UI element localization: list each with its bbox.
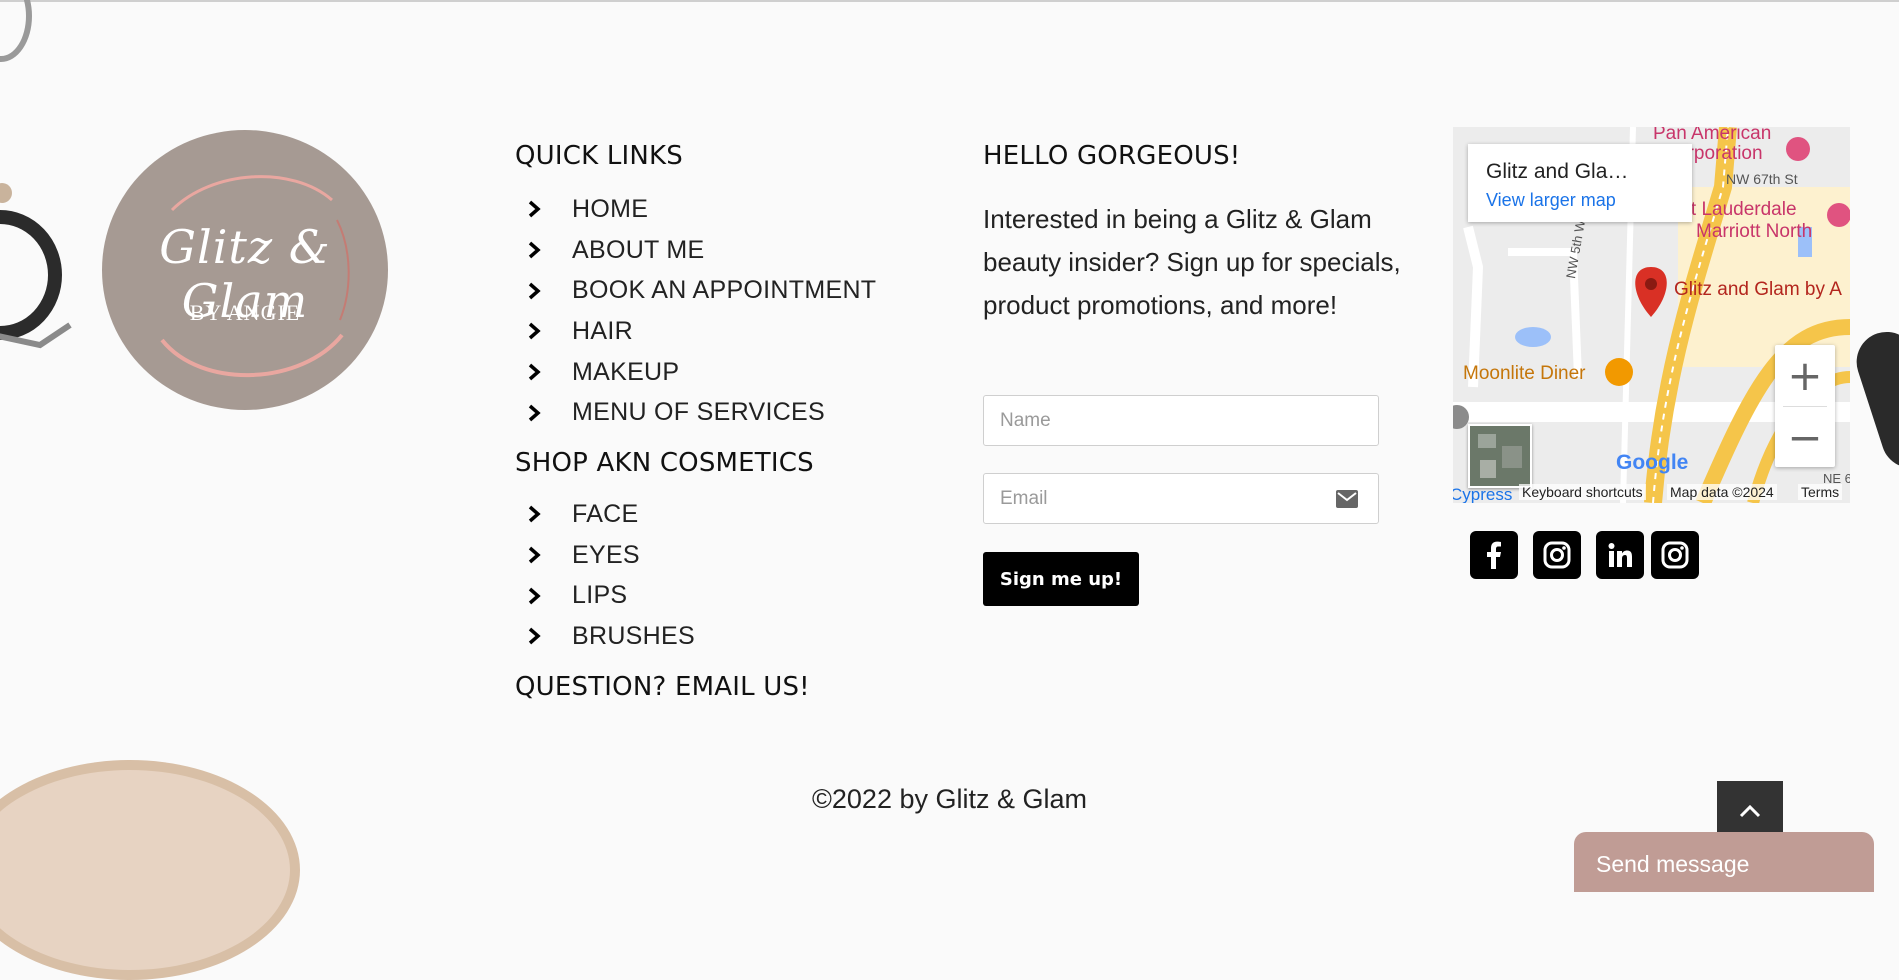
linkedin-link[interactable] [1596, 531, 1644, 579]
map-label-moonlite: Moonlite Diner [1463, 363, 1586, 384]
zoom-in-button[interactable]: + [1775, 345, 1835, 405]
quick-links-list: HOME ABOUT ME BOOK AN APPOINTMENT HAIR M… [515, 189, 876, 433]
copyright-text: ©2022 by Glitz & Glam [812, 784, 1087, 814]
view-larger-map-link[interactable]: View larger map [1486, 190, 1616, 211]
shop-link-eyes[interactable]: EYES [515, 535, 695, 576]
link-label: BOOK AN APPOINTMENT [572, 276, 877, 305]
link-label: EYES [572, 540, 640, 569]
chevron-right-icon [527, 322, 545, 340]
quick-link-book-appointment[interactable]: BOOK AN APPOINTMENT [515, 270, 876, 311]
facebook-icon [1487, 541, 1501, 569]
decorative-ring [0, 0, 32, 62]
facebook-link[interactable] [1470, 531, 1518, 579]
satellite-toggle[interactable] [1468, 424, 1532, 488]
chevron-right-icon [527, 587, 545, 605]
map-zoom-controls: + − [1775, 345, 1835, 467]
sign-up-button[interactable]: Sign me up! [983, 552, 1139, 606]
keyboard-shortcuts-link[interactable]: Keyboard shortcuts [1519, 484, 1646, 500]
link-label: ABOUT ME [572, 235, 705, 264]
decorative-compact [0, 183, 72, 349]
google-map[interactable]: Pan American orporation NW 67th St ort L… [1453, 127, 1850, 503]
chevron-right-icon [527, 282, 545, 300]
chevron-right-icon [527, 241, 545, 259]
shop-links-list: FACE EYES LIPS BRUSHES [515, 494, 695, 657]
map-place-title: Glitz and Gla… [1486, 160, 1629, 183]
link-label: MAKEUP [572, 357, 680, 386]
brand-logo: Glitz & Glam BY ANGIE [102, 130, 388, 410]
map-data-attribution: Map data ©2024 [1667, 484, 1777, 500]
map-label-fort-lauderdale: ort Lauderdale [1674, 199, 1797, 220]
chevron-right-icon [527, 627, 545, 645]
satellite-thumbnail-icon [1470, 426, 1530, 486]
quick-link-about-me[interactable]: ABOUT ME [515, 230, 876, 271]
quick-links-heading: QUICK LINKS [515, 141, 683, 171]
link-label: FACE [572, 499, 639, 528]
map-label-glitz-pin: Glitz and Glam by A [1674, 279, 1842, 300]
linkedin-icon [1608, 543, 1632, 567]
quick-link-home[interactable]: HOME [515, 189, 876, 230]
map-terms-link[interactable]: Terms [1798, 484, 1843, 500]
instagram-icon [1543, 541, 1571, 569]
name-input[interactable] [984, 396, 1378, 445]
chevron-right-icon [527, 404, 545, 422]
map-label-nw67: NW 67th St [1726, 171, 1798, 187]
decorative-brush [1848, 324, 1899, 476]
chevron-right-icon [527, 363, 545, 381]
map-place-card: Glitz and Gla… View larger map [1468, 144, 1692, 222]
chevron-up-icon [1739, 804, 1761, 818]
instagram-icon [1661, 541, 1689, 569]
link-label: BRUSHES [572, 621, 695, 650]
logo-subtitle: BY ANGIE [189, 300, 301, 325]
top-divider [0, 0, 1899, 2]
shop-link-brushes[interactable]: BRUSHES [515, 616, 695, 657]
quick-link-hair[interactable]: HAIR [515, 311, 876, 352]
quick-link-menu-of-services[interactable]: MENU OF SERVICES [515, 392, 876, 433]
send-message-button[interactable]: Send message [1574, 832, 1874, 892]
link-label: LIPS [572, 581, 628, 610]
shop-link-face[interactable]: FACE [515, 494, 695, 535]
email-field [983, 473, 1379, 524]
chevron-right-icon [527, 505, 545, 523]
instagram-link-2[interactable] [1651, 531, 1699, 579]
shop-link-lips[interactable]: LIPS [515, 575, 695, 616]
newsletter-heading: HELLO GORGEOUS! [983, 141, 1241, 171]
google-logo: Google [1616, 451, 1689, 474]
link-label: HOME [572, 194, 649, 223]
envelope-icon [1336, 490, 1358, 508]
chevron-right-icon [527, 200, 545, 218]
quick-link-makeup[interactable]: MAKEUP [515, 352, 876, 393]
shop-heading: SHOP AKN COSMETICS [515, 448, 814, 478]
question-heading: QUESTION? EMAIL US! [515, 672, 810, 702]
link-label: MENU OF SERVICES [572, 398, 825, 427]
map-label-marriott: Marriott North [1696, 221, 1813, 242]
link-label: HAIR [572, 316, 633, 345]
email-input[interactable] [984, 474, 1378, 523]
newsletter-intro: Interested in being a Glitz & Glam beaut… [983, 204, 1401, 320]
name-field [983, 395, 1379, 446]
chevron-right-icon [527, 546, 545, 564]
zoom-out-button[interactable]: − [1775, 407, 1835, 467]
instagram-link[interactable] [1533, 531, 1581, 579]
